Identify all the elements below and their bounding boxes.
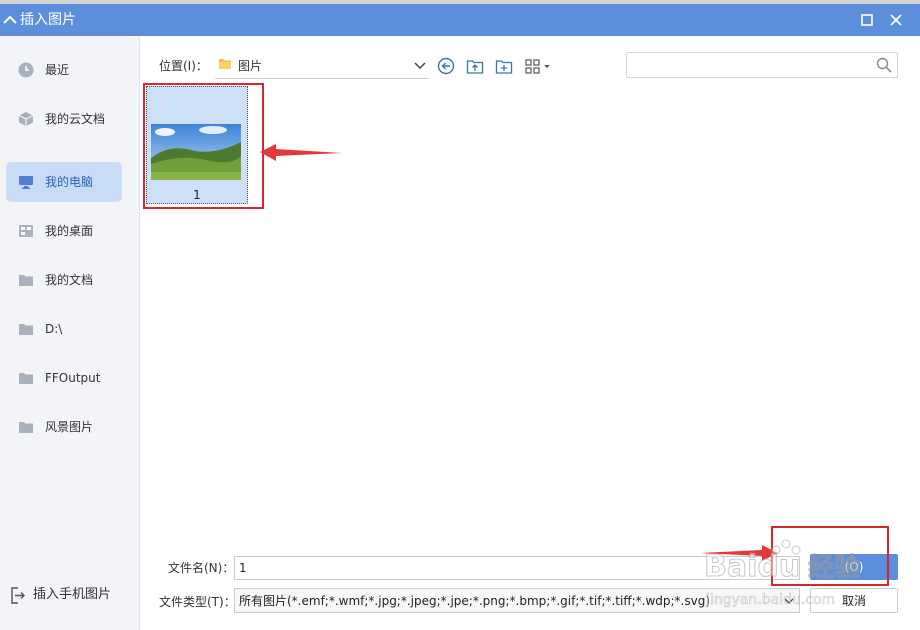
chevron-down-icon (414, 62, 426, 70)
location-dropdown[interactable]: 图片 (215, 52, 429, 79)
filetype-label: 文件类型(T)： (159, 595, 236, 609)
sidebar: 最近 我的云文档 我的电脑 我的桌面 我的文档 D:\ FFOutput 风景图… (0, 36, 140, 630)
folder-icon (19, 275, 33, 286)
sidebar-item-ffoutput[interactable]: FFOutput (6, 358, 122, 398)
up-folder-icon[interactable] (466, 57, 484, 75)
maximize-button[interactable] (857, 10, 877, 30)
sidebar-item-label: 我的电脑 (45, 175, 94, 189)
chevron-down-icon (784, 598, 794, 604)
clock-icon (18, 62, 34, 78)
search-icon[interactable] (876, 57, 892, 73)
annotation-arrow (260, 144, 342, 161)
sidebar-item-scenery-pictures[interactable]: 风景图片 (6, 407, 122, 447)
yellow-folder-icon (219, 59, 231, 69)
sidebar-item-documents[interactable]: 我的文档 (6, 260, 122, 300)
app-logo-icon (3, 15, 17, 24)
sidebar-item-label: 我的云文档 (45, 112, 106, 126)
sidebar-item-label: D:\ (45, 322, 63, 336)
maximize-icon (861, 14, 873, 26)
highlight-box-open-button (771, 526, 889, 586)
phone-import-icon (11, 587, 25, 604)
folder-icon (19, 324, 33, 335)
monitor-icon (19, 176, 33, 189)
sidebar-item-label: 最近 (45, 63, 70, 77)
filename-field[interactable] (234, 556, 800, 580)
cancel-button-label: 取消 (841, 594, 866, 608)
sidebar-item-desktop[interactable]: 我的桌面 (6, 211, 122, 251)
close-button[interactable] (886, 10, 906, 30)
search-box[interactable] (626, 52, 898, 78)
folder-icon (19, 373, 33, 384)
cloud-cube-icon (18, 112, 34, 126)
filename-input[interactable] (239, 559, 791, 577)
location-label: 位置(I)： (159, 59, 208, 73)
location-value: 图片 (238, 59, 263, 73)
filename-label: 文件名(N)： (168, 561, 235, 575)
close-icon (890, 14, 902, 26)
title-bar: 插入图片 (0, 4, 920, 36)
sidebar-item-my-computer[interactable]: 我的电脑 (6, 162, 122, 202)
cancel-button[interactable]: 取消 (810, 588, 898, 613)
view-grid-icon[interactable] (524, 57, 552, 75)
filetype-select[interactable]: 所有图片(*.emf;*.wmf;*.jpg;*.jpeg;*.jpe;*.pn… (234, 588, 800, 613)
sidebar-item-cloud-docs[interactable]: 我的云文档 (6, 99, 122, 139)
desktop-icon (19, 225, 33, 237)
new-folder-icon[interactable] (495, 57, 513, 75)
highlight-box-file (143, 83, 264, 209)
sidebar-item-label: 我的桌面 (45, 224, 94, 238)
dialog-title: 插入图片 (20, 12, 76, 28)
search-input[interactable] (631, 56, 871, 76)
sidebar-item-label: FFOutput (45, 371, 101, 385)
back-icon[interactable] (437, 57, 455, 75)
sidebar-item-label: 风景图片 (45, 420, 94, 434)
insert-phone-picture-label: 插入手机图片 (33, 587, 112, 602)
sidebar-item-label: 我的文档 (45, 273, 94, 287)
sidebar-item-recent[interactable]: 最近 (6, 50, 122, 90)
folder-icon (19, 422, 33, 433)
filetype-value: 所有图片(*.emf;*.wmf;*.jpg;*.jpeg;*.jpe;*.pn… (239, 594, 711, 608)
sidebar-item-d-drive[interactable]: D:\ (6, 309, 122, 349)
insert-phone-picture-link[interactable]: 插入手机图片 (6, 580, 134, 610)
